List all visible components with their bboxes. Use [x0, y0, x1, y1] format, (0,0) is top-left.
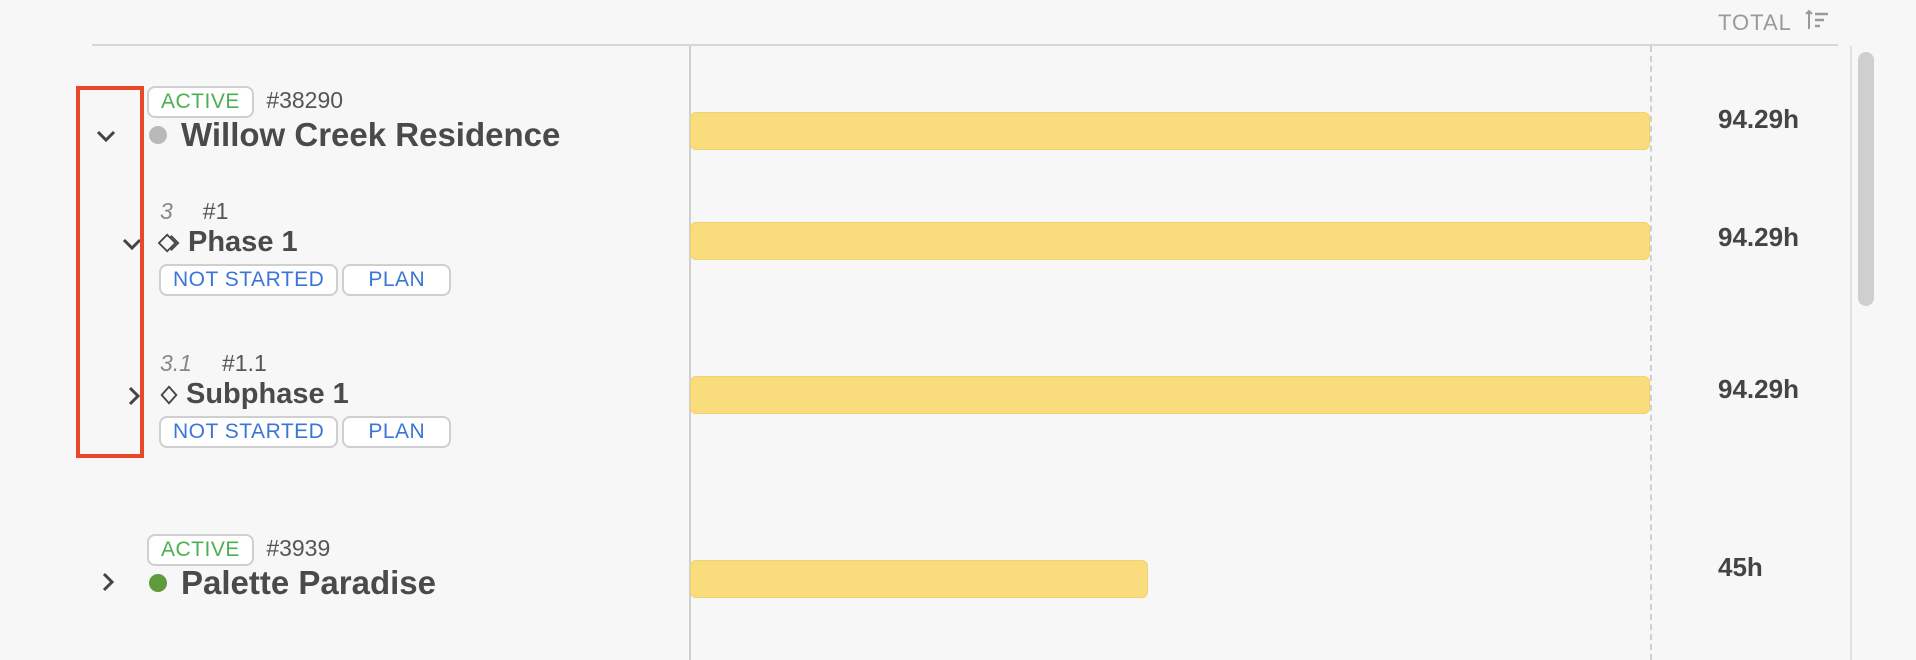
gantt-bar-phase-1[interactable] [690, 222, 1650, 260]
status-badge: ACTIVE [147, 534, 254, 566]
plan-badge: PLAN [342, 264, 452, 296]
project-id: #3939 [266, 535, 331, 561]
phase-id: #1 [202, 198, 229, 224]
project-meta-willow-creek: ACTIVE #38290 [147, 86, 343, 118]
subphase-tags-subphase-1: NOT STARTED PLAN [159, 416, 452, 448]
subphase-title-row-subphase-1[interactable]: Subphase 1 [158, 378, 349, 411]
phase-diamond-icon [158, 232, 180, 253]
timeline-end-line [1650, 46, 1652, 660]
total-hours-willow-creek: 94.29h [1718, 104, 1799, 134]
total-hours-phase-1: 94.29h [1718, 222, 1799, 252]
gantt-bar-willow-creek[interactable] [690, 112, 1650, 150]
header-divider [92, 44, 1838, 46]
scrollbar-thumb[interactable] [1858, 52, 1874, 306]
gantt-bar-palette-paradise[interactable] [690, 560, 1148, 598]
sort-icon[interactable] [1804, 8, 1830, 38]
project-title-row-palette-paradise[interactable]: Palette Paradise [149, 564, 436, 602]
gantt-bar-subphase-1[interactable] [690, 376, 1650, 414]
total-label: TOTAL [1718, 10, 1792, 35]
highlight-box [76, 86, 144, 458]
project-title[interactable]: Willow Creek Residence [181, 116, 560, 154]
project-title-row-willow-creek[interactable]: Willow Creek Residence [149, 116, 560, 154]
project-id: #38290 [266, 87, 344, 113]
status-badge: NOT STARTED [159, 264, 339, 296]
status-dot [149, 126, 167, 144]
phase-number: 3 [160, 198, 173, 224]
panel-divider [1850, 46, 1852, 660]
subphase-diamond-icon [160, 384, 178, 405]
total-column-header[interactable]: TOTAL [1718, 8, 1830, 38]
subphase-meta-subphase-1: 3.1 #1.1 [160, 350, 267, 377]
status-badge: ACTIVE [147, 86, 254, 118]
scrollbar[interactable] [1858, 50, 1874, 660]
project-title[interactable]: Palette Paradise [181, 564, 436, 602]
status-dot [149, 574, 167, 592]
total-hours-palette-paradise: 45h [1718, 552, 1763, 582]
status-badge: NOT STARTED [159, 416, 339, 448]
subphase-number: 3.1 [160, 350, 192, 376]
plan-badge: PLAN [342, 416, 452, 448]
phase-tags-phase-1: NOT STARTED PLAN [159, 264, 452, 296]
subphase-id: #1.1 [221, 350, 267, 376]
subphase-title[interactable]: Subphase 1 [186, 378, 349, 411]
expand-chevron-palette-paradise[interactable] [94, 568, 122, 596]
project-meta-palette-paradise: ACTIVE #3939 [147, 534, 330, 566]
chevron-right-icon [102, 572, 115, 592]
phase-meta-phase-1: 3 #1 [160, 198, 228, 225]
phase-title-row-phase-1[interactable]: Phase 1 [158, 226, 298, 259]
phase-title[interactable]: Phase 1 [188, 226, 298, 259]
total-hours-subphase-1: 94.29h [1718, 374, 1799, 404]
